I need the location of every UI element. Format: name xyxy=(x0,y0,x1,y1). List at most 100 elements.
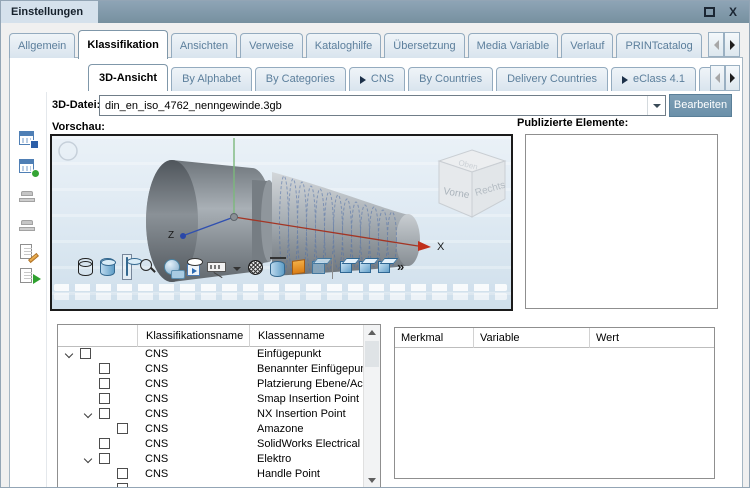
cube-view-3-icon[interactable] xyxy=(378,261,390,273)
classification-table: Klassifikationsname Klassenname CNSEinfü… xyxy=(57,324,381,488)
row-checkbox[interactable] xyxy=(99,363,110,374)
class-name-cell: Handle Point xyxy=(257,467,320,482)
save-3d-view-icon[interactable] xyxy=(19,131,37,148)
row-checkbox[interactable] xyxy=(99,438,110,449)
cylinder-outline-icon[interactable] xyxy=(126,257,128,276)
classification-name-cell: CNS xyxy=(145,437,168,452)
tree-row[interactable]: CNSNX Insertion Point xyxy=(58,407,363,422)
cylinder-wireframe-icon[interactable] xyxy=(78,258,93,276)
scroll-down-icon[interactable] xyxy=(364,473,380,488)
tree-row[interactable]: CNSPlatzierung Ebene/Achse xyxy=(58,377,363,392)
left-triangle-icon xyxy=(714,40,719,50)
add-3d-view-icon[interactable] xyxy=(19,159,37,176)
tree-row[interactable]: CNS Handle Point xyxy=(58,467,363,482)
3d-file-input[interactable] xyxy=(100,96,647,115)
row-checkbox[interactable] xyxy=(99,408,110,419)
row-checkbox[interactable] xyxy=(99,378,110,389)
bearbeiten-button[interactable]: Bearbeiten xyxy=(669,94,732,117)
view-cube[interactable]: Oben Vorne Rechts xyxy=(439,150,507,217)
tab-by-categories[interactable]: By Categories xyxy=(255,67,346,91)
tab2-scroll-left-icon[interactable] xyxy=(710,65,725,91)
maximize-icon[interactable] xyxy=(704,7,715,17)
tree-row[interactable]: CNSEinfügepunkt xyxy=(58,347,363,362)
tree-row[interactable]: CNSAmazone xyxy=(58,422,363,437)
green-arrow-icon xyxy=(33,274,41,284)
tab-ansichten[interactable]: Ansichten xyxy=(171,33,237,58)
cylinder-extents-icon[interactable] xyxy=(270,261,285,277)
3d-viewport[interactable]: Oben Vorne Rechts xyxy=(50,134,513,311)
classification-name-cell: CNS xyxy=(145,392,168,407)
stamp-tool-2-disabled-icon[interactable] xyxy=(19,218,37,235)
section-plane-orange-icon[interactable] xyxy=(292,259,305,275)
combobox-dropdown-icon[interactable] xyxy=(647,96,665,115)
published-elements-list xyxy=(525,134,718,309)
class-name-cell: Einfügepunkt xyxy=(257,347,321,362)
tree-row[interactable]: CNSBenannter Einfügepunkt xyxy=(58,362,363,377)
cube-transparent-icon[interactable] xyxy=(312,261,325,274)
tab-cns[interactable]: CNS xyxy=(349,67,405,91)
tree-row[interactable]: CNSSolidWorks Electrical xyxy=(58,437,363,452)
row-checkbox[interactable] xyxy=(117,468,128,479)
expand-chevron-icon[interactable] xyxy=(84,455,92,463)
tab-label: Klassifikation xyxy=(87,34,159,57)
row-checkbox[interactable] xyxy=(117,483,128,488)
tab-bersetzung[interactable]: Übersetzung xyxy=(384,33,464,58)
classification-name-cell: CNS xyxy=(145,467,168,482)
scroll-up-icon[interactable] xyxy=(364,325,380,340)
classification-table-body: CNSEinfügepunktCNSBenannter Einfügepunkt… xyxy=(58,347,363,488)
tab2-scroll-right-icon[interactable] xyxy=(725,65,740,91)
3d-file-combobox[interactable] xyxy=(99,95,666,116)
more-icon[interactable]: » xyxy=(397,257,404,277)
dropdown-caret-icon[interactable] xyxy=(233,267,241,271)
measure-label-icon[interactable] xyxy=(207,262,226,272)
tab-scroll-left-icon[interactable] xyxy=(708,32,724,57)
tree-row-partial[interactable] xyxy=(58,482,363,488)
tab-scroll-right-icon[interactable] xyxy=(724,32,740,57)
mesh-sphere-icon[interactable] xyxy=(248,260,263,275)
tab-label: Verweise xyxy=(249,35,294,58)
tab-delivery-countries[interactable]: Delivery Countries xyxy=(496,67,608,91)
tab-3d-ansicht[interactable]: 3D-Ansicht xyxy=(88,64,168,91)
classification-name-cell: CNS xyxy=(145,422,168,437)
tab-kataloghilfe[interactable]: Kataloghilfe xyxy=(306,33,382,58)
tree-row[interactable]: CNSElektro xyxy=(58,452,363,467)
preview-label: Vorschau: xyxy=(52,121,105,133)
export-document-icon[interactable] xyxy=(19,268,37,285)
row-checkbox[interactable] xyxy=(80,348,91,359)
right-triangle-icon xyxy=(730,40,735,50)
expand-chevron-icon[interactable] xyxy=(84,410,92,418)
row-checkbox[interactable] xyxy=(117,423,128,434)
compass-watermark-icon xyxy=(59,142,77,160)
tab-by-alphabet[interactable]: By Alphabet xyxy=(171,67,252,91)
up-triangle-icon xyxy=(368,330,376,335)
separator-icon xyxy=(332,255,333,279)
tab-printcatalog[interactable]: PRINTcatalog xyxy=(616,33,701,58)
close-icon[interactable]: X xyxy=(725,4,741,20)
tab-by-countries[interactable]: By Countries xyxy=(408,67,493,91)
orbit-icon[interactable] xyxy=(164,259,180,275)
edit-document-icon[interactable] xyxy=(19,244,37,261)
stamp-tool-disabled-icon[interactable] xyxy=(19,189,37,206)
tab-allgemein[interactable]: Allgemein xyxy=(9,33,75,58)
tab-media-variable[interactable]: Media Variable xyxy=(468,33,559,58)
row-checkbox[interactable] xyxy=(99,453,110,464)
cube-view-2-icon[interactable] xyxy=(359,261,371,273)
classification-name-cell: CNS xyxy=(145,452,168,467)
classification-name-cell: CNS xyxy=(145,377,168,392)
tree-row[interactable]: CNSSmap Insertion Point xyxy=(58,392,363,407)
tab-verlauf[interactable]: Verlauf xyxy=(561,33,613,58)
tab-eclass-4-1[interactable]: eClass 4.1 xyxy=(611,67,696,91)
row-checkbox[interactable] xyxy=(99,393,110,404)
cube-view-1-icon[interactable] xyxy=(340,261,352,273)
tab-label: Verlauf xyxy=(570,35,604,58)
cylinder-shaded-icon[interactable] xyxy=(100,258,115,276)
scrollbar-thumb[interactable] xyxy=(365,341,379,367)
selected-tool-frame[interactable] xyxy=(122,254,132,280)
tab-klassifikation[interactable]: Klassifikation xyxy=(78,30,168,59)
tab-label: Allgemein xyxy=(18,35,66,58)
expand-chevron-icon[interactable] xyxy=(65,350,73,358)
zoom-icon[interactable] xyxy=(139,258,157,276)
tree-scrollbar[interactable] xyxy=(363,325,380,488)
tab-verweise[interactable]: Verweise xyxy=(240,33,303,58)
play-media-icon[interactable] xyxy=(187,264,200,276)
